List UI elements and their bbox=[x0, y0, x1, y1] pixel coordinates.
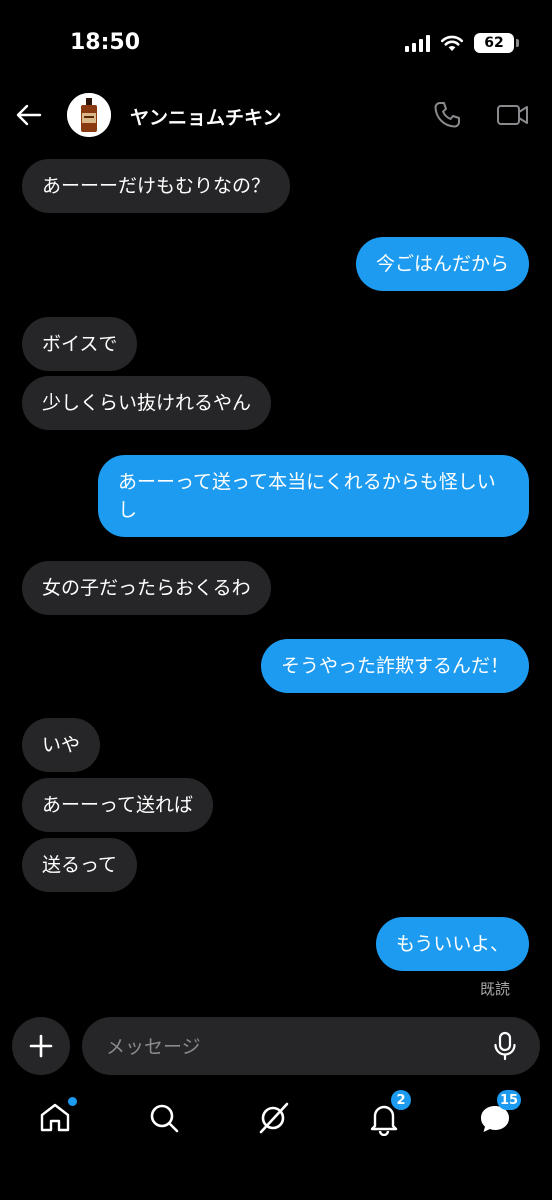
contact-avatar[interactable] bbox=[67, 93, 111, 137]
outgoing-message[interactable]: そうやった詐欺するんだ！ bbox=[260, 639, 529, 693]
battery-icon: 62 bbox=[474, 33, 519, 53]
contact-name[interactable]: ヤンニョムチキン bbox=[130, 103, 281, 130]
outgoing-message[interactable]: あーーって送って本当にくれるからも怪しいし bbox=[98, 455, 529, 537]
home-notification-dot bbox=[68, 1097, 77, 1106]
tab-home[interactable] bbox=[37, 1097, 77, 1136]
bottle-icon bbox=[67, 93, 111, 137]
incoming-message[interactable]: 女の子だったらおくるわ bbox=[22, 561, 271, 615]
incoming-message[interactable]: 少しくらい抜けれるやん bbox=[22, 376, 272, 430]
incoming-message[interactable]: 送るって bbox=[22, 838, 138, 892]
battery-level: 62 bbox=[484, 35, 504, 51]
bottom-tab-bar: 2 15 bbox=[0, 1090, 552, 1150]
search-icon bbox=[150, 1104, 179, 1133]
home-icon bbox=[40, 1103, 70, 1132]
tab-messages[interactable]: 15 bbox=[477, 1090, 522, 1136]
cellular-signal-icon bbox=[405, 34, 430, 52]
message-input-placeholder: メッセージ bbox=[106, 1036, 201, 1058]
back-arrow-icon[interactable] bbox=[14, 100, 44, 130]
outgoing-message[interactable]: もういいよ、 bbox=[375, 917, 529, 971]
wifi-icon bbox=[440, 35, 464, 51]
tab-grok[interactable] bbox=[256, 1100, 292, 1136]
notifications-badge: 2 bbox=[391, 1090, 411, 1110]
video-call-icon[interactable] bbox=[496, 100, 530, 130]
tab-search[interactable] bbox=[146, 1100, 182, 1136]
read-receipt: 既読 bbox=[479, 980, 510, 998]
messages-badge: 15 bbox=[497, 1090, 522, 1110]
grok-icon bbox=[259, 1102, 289, 1134]
status-bar: 18:50 62 bbox=[0, 0, 552, 90]
outgoing-message[interactable]: 今ごはんだから bbox=[355, 237, 529, 291]
message-input[interactable]: メッセージ bbox=[82, 1017, 540, 1075]
phone-call-icon[interactable] bbox=[432, 100, 462, 130]
incoming-message[interactable]: あーーーだけもむりなの？ bbox=[22, 159, 291, 213]
plus-icon bbox=[29, 1034, 53, 1058]
microphone-icon[interactable] bbox=[492, 1031, 518, 1061]
incoming-message[interactable]: ボイスで bbox=[22, 317, 138, 371]
incoming-message[interactable]: あーーって送れば bbox=[22, 778, 214, 832]
add-attachment-button[interactable] bbox=[12, 1017, 70, 1075]
tab-notifications[interactable]: 2 bbox=[366, 1090, 411, 1137]
incoming-message[interactable]: いや bbox=[22, 718, 101, 772]
status-icons: 62 bbox=[405, 33, 519, 53]
chat-header: ヤンニョムチキン bbox=[0, 92, 552, 142]
status-time: 18:50 bbox=[70, 30, 141, 55]
